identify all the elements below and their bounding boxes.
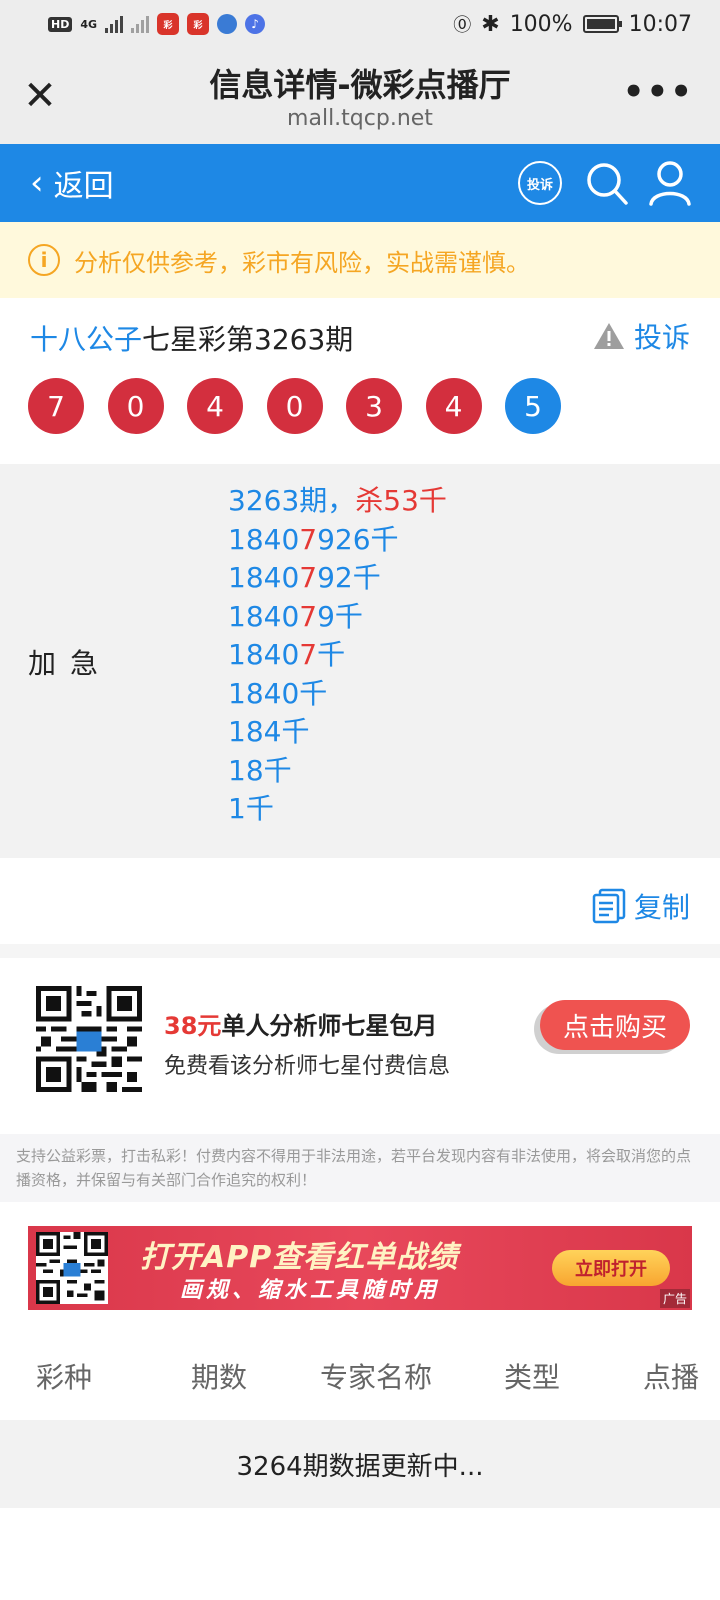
signal-icon — [105, 15, 124, 33]
prediction-line: 18千 — [228, 752, 447, 791]
promo-name: 单人分析师七星包月 — [221, 1012, 438, 1040]
report-button[interactable]: 投诉 — [592, 316, 690, 356]
info-icon: i — [28, 244, 60, 276]
copy-button[interactable]: 复制 — [592, 886, 690, 926]
page-url: mall.tqcp.net — [287, 106, 433, 131]
line-prefix: 1840 — [228, 638, 300, 671]
search-icon[interactable] — [584, 158, 630, 208]
prediction-label: 加急 — [28, 647, 113, 680]
status-bar: HD 4G 彩 彩 ♪ ⓪ ✱ 100% 10:07 — [0, 0, 720, 48]
line-hit: 7 — [299, 561, 318, 594]
browser-header: ✕ 信息详情-微彩点播厅 mall.tqcp.net ••• — [0, 48, 720, 144]
qr-code-icon — [36, 1232, 108, 1304]
number-ball: 4 — [187, 378, 243, 434]
buy-button[interactable]: 点击购买 — [540, 1000, 690, 1050]
clock: 10:07 — [628, 11, 692, 37]
report-label: 投诉 — [633, 321, 690, 354]
number-ball: 4 — [425, 378, 482, 434]
promo-title: 38元单人分析师七星包月 — [164, 1006, 437, 1041]
line-prefix: 1840 — [228, 561, 300, 594]
copy-icon — [592, 888, 626, 924]
info-title: 十八公子七星彩第3263期 — [30, 318, 353, 358]
number-ball: 3 — [346, 378, 402, 434]
line-prefix: 1千 — [228, 792, 274, 825]
more-dots-icon[interactable]: ••• — [623, 75, 694, 109]
page-title: 信息详情-微彩点播厅 — [209, 66, 511, 104]
column-play: 点播 — [642, 1361, 699, 1394]
line-hit: 7 — [299, 638, 318, 671]
kill-text: 杀53千 — [355, 484, 447, 517]
qr-code-icon — [36, 986, 142, 1092]
lottery-issue: 七星彩第3263期 — [142, 323, 354, 356]
bluetooth-icon: ✱ — [481, 11, 500, 37]
user-icon[interactable] — [648, 158, 692, 208]
section-divider — [0, 944, 720, 958]
line-suffix: 千 — [317, 638, 346, 671]
chevron-left-icon: ‹ — [30, 163, 44, 203]
prediction-line: 1千 — [228, 790, 447, 829]
copy-label: 复制 — [633, 891, 690, 924]
number-ball: 7 — [28, 378, 84, 434]
notice-text: 分析仅供参考，彩市有风险，实战需谨慎。 — [74, 248, 530, 277]
prediction-line: 18407926千 — [228, 521, 447, 560]
status-icons-left: HD 4G 彩 彩 ♪ — [48, 13, 266, 35]
line-prefix: 184千 — [228, 715, 310, 748]
banner-title: 打开APP查看红单战绩 — [140, 1240, 459, 1275]
prediction-line: 18407千 — [228, 636, 447, 675]
nav-bar: ‹ 返回 投诉 — [0, 144, 720, 222]
line-hit: 7 — [299, 599, 318, 633]
app-notification-2-icon: 彩 — [187, 13, 210, 35]
status-icons-right: ⓪ ✱ 100% 10:07 — [453, 11, 692, 37]
prediction-lines: 3263期，杀53千 18407926千 1840792千 184079千 18… — [228, 482, 447, 829]
column-issue: 期数 — [190, 1361, 247, 1394]
promo-price: 38元 — [164, 1012, 222, 1040]
column-lottery: 彩种 — [35, 1361, 92, 1394]
prediction-block: 加急 3263期，杀53千 18407926千 1840792千 184079千… — [0, 464, 720, 858]
app-banner-ad[interactable]: 打开APP查看红单战绩 画规、缩水工具随时用 立即打开 广告 — [28, 1226, 692, 1310]
expert-name-link[interactable]: 十八公子 — [30, 323, 142, 356]
number-ball: 0 — [266, 378, 323, 434]
prediction-line: 1840792千 — [228, 559, 447, 598]
signal-2-icon — [131, 15, 150, 33]
line-suffix: 926千 — [317, 522, 399, 556]
line-prefix: 1840 — [228, 599, 300, 633]
complain-button[interactable]: 投诉 — [518, 161, 562, 205]
line-suffix: 92千 — [317, 561, 381, 594]
prediction-line: 184079千 — [228, 598, 447, 637]
promo-subtitle: 免费看该分析师七星付费信息 — [164, 1054, 451, 1079]
issue-text: 3263期， — [228, 484, 356, 517]
number-ball: 0 — [107, 378, 164, 434]
column-expert: 专家名称 — [319, 1361, 432, 1394]
promo-card: 38元单人分析师七星包月 免费看该分析师七星付费信息 点击购买 — [0, 958, 720, 1134]
browser-notification-icon — [217, 14, 238, 34]
column-type: 类型 — [503, 1361, 560, 1394]
app-notification-icon: 彩 — [157, 13, 180, 35]
banner-subtitle: 画规、缩水工具随时用 — [180, 1278, 441, 1303]
table-header: 彩种 期数 专家名称 类型 点播 — [0, 1346, 720, 1406]
risk-notice: i 分析仅供参考，彩市有风险，实战需谨慎。 — [0, 222, 720, 298]
prediction-line: 184千 — [228, 713, 447, 752]
back-label: 返回 — [53, 169, 114, 204]
prediction-line: 1840千 — [228, 675, 447, 714]
back-button[interactable]: ‹ 返回 — [30, 144, 114, 222]
open-app-button[interactable]: 立即打开 — [552, 1250, 670, 1286]
update-status-row: 3264期数据更新中... — [0, 1420, 720, 1508]
ad-tag: 广告 — [659, 1289, 690, 1308]
network-type: 4G — [80, 17, 98, 31]
prediction-header: 3263期，杀53千 — [228, 482, 447, 521]
line-prefix: 1840千 — [228, 676, 328, 710]
music-icon: ♪ — [245, 14, 266, 34]
nfc-icon: ⓪ — [453, 15, 472, 36]
warning-icon — [593, 323, 624, 349]
disclaimer: 支持公益彩票，打击私彩！付费内容不得用于非法用途，若平台发现内容有非法使用，将会… — [0, 1134, 720, 1202]
hd-icon: HD — [48, 16, 73, 32]
line-hit: 7 — [299, 522, 318, 556]
line-prefix: 1840 — [228, 522, 300, 556]
draw-numbers: 7 0 4 0 3 4 5 — [28, 378, 561, 434]
battery-percent: 100% — [509, 11, 573, 37]
battery-icon — [582, 15, 622, 33]
number-ball-special: 5 — [505, 378, 561, 434]
line-suffix: 9千 — [317, 599, 363, 633]
line-prefix: 18千 — [228, 753, 292, 787]
